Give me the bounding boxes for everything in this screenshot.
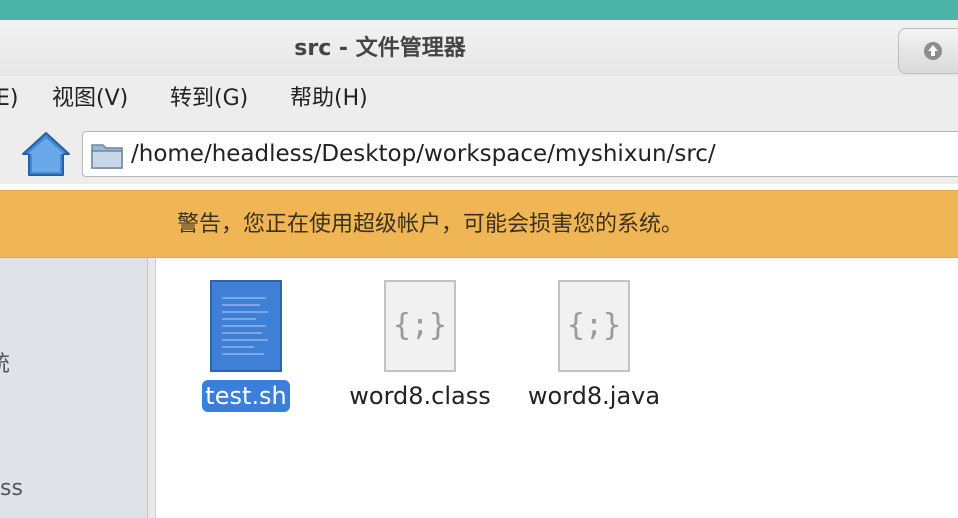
file-name: word8.class <box>349 382 491 410</box>
sidebar: 统 ss <box>0 258 148 518</box>
file-item[interactable]: {;} word8.class <box>340 280 500 420</box>
path-text: /home/headless/Desktop/workspace/myshixu… <box>131 141 716 167</box>
file-name: test.sh <box>166 380 326 412</box>
code-file-icon: {;} <box>558 280 630 372</box>
file-name: word8.java <box>527 382 661 410</box>
folder-icon <box>91 144 123 169</box>
code-file-icon: {;} <box>384 280 456 372</box>
pane-divider[interactable] <box>148 258 156 518</box>
svg-text:{;}: {;} <box>393 308 447 343</box>
location-toolbar: /home/headless/Desktop/workspace/myshixu… <box>0 122 958 184</box>
file-view: test.sh {;} word8.class {;} word8.java <box>156 258 958 518</box>
arrow-up-icon <box>924 42 942 60</box>
home-button[interactable] <box>20 130 72 178</box>
sidebar-item-system[interactable]: 统 <box>0 346 10 378</box>
path-input[interactable]: /home/headless/Desktop/workspace/myshixu… <box>82 131 958 177</box>
window-title: src - 文件管理器 <box>294 36 466 61</box>
file-item[interactable]: {;} word8.java <box>514 280 674 420</box>
menu-edit[interactable]: E) <box>0 76 18 122</box>
warning-text: 警告，您正在使用超级帐户，可能会损害您的系统。 <box>176 212 683 237</box>
svg-text:{;}: {;} <box>567 308 621 343</box>
root-warning-banner: 警告，您正在使用超级帐户，可能会损害您的系统。 <box>0 190 958 258</box>
menu-help[interactable]: 帮助(H) <box>290 76 368 122</box>
home-icon <box>22 132 70 176</box>
menu-bar: E) 视图(V) 转到(G) 帮助(H) <box>0 76 958 122</box>
menu-view[interactable]: 视图(V) <box>52 76 128 122</box>
sidebar-item-fragment[interactable]: ss <box>0 476 23 501</box>
maximize-button[interactable] <box>898 28 958 74</box>
desktop-background <box>0 0 958 20</box>
menu-go[interactable]: 转到(G) <box>170 76 248 122</box>
file-item[interactable]: test.sh <box>166 280 326 420</box>
shell-script-icon <box>210 280 282 372</box>
window-titlebar[interactable]: src - 文件管理器 <box>0 20 958 76</box>
